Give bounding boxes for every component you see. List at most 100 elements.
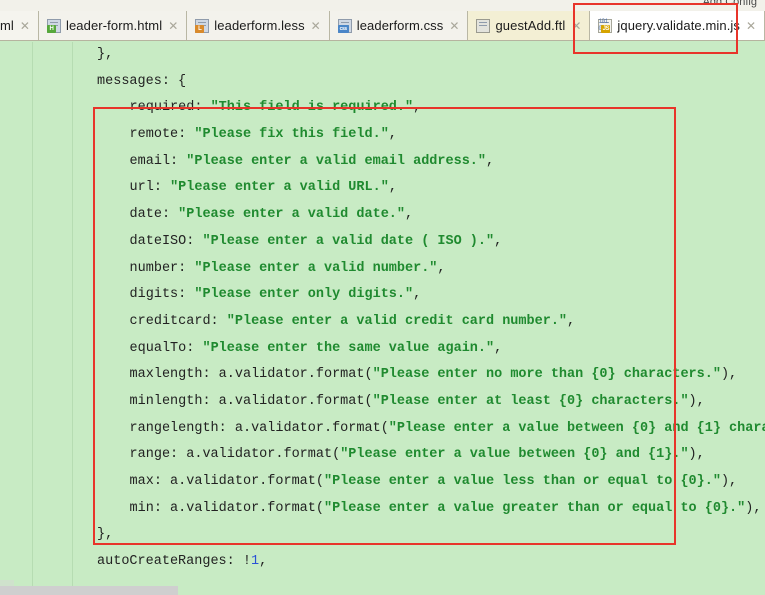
code-line[interactable]: range: a.validator.format("Please enter … — [0, 442, 765, 469]
code-token: rangelength: a.validator.format( — [129, 420, 389, 436]
code-token: "This field is required." — [210, 100, 414, 116]
code-token: "Please enter only digits." — [194, 287, 414, 303]
editor-tab-jquery-validate-min-js[interactable]: 101 0 JS jquery.validate.min.js ✕ — [590, 11, 765, 40]
code-token: "Please enter a valid URL." — [170, 180, 389, 196]
close-icon[interactable]: ✕ — [570, 20, 582, 32]
editor-tab-label: jquery.validate.min.js — [617, 18, 740, 33]
code-token: , — [486, 153, 495, 169]
code-token: , — [405, 207, 414, 223]
code-token: , — [437, 260, 446, 276]
code-token: "Please enter the same value again." — [202, 340, 495, 356]
code-token: max: a.validator.format( — [129, 474, 324, 489]
code-token: range: a.validator.format( — [129, 447, 341, 463]
editor-tab-guestadd-ftl[interactable]: guestAdd.ftl ✕ — [468, 11, 591, 40]
code-token: ), — [720, 367, 738, 383]
code-token: "Please fix this field." — [194, 127, 389, 143]
code-token: required: — [129, 100, 211, 116]
code-line[interactable]: autoCreateRanges: !1, — [0, 549, 765, 576]
code-token: messages: { — [97, 73, 187, 89]
code-line[interactable]: email: "Please enter a valid email addre… — [0, 149, 765, 176]
code-line[interactable]: equalTo: "Please enter the same value ag… — [0, 336, 765, 363]
code-line[interactable]: maxlength: a.validator.format("Please en… — [0, 362, 765, 389]
code-line[interactable]: minlength: a.validator.format("Please en… — [0, 389, 765, 416]
code-token: ), — [688, 393, 705, 409]
add-config-label[interactable]: Add Config — [703, 0, 757, 8]
code-line[interactable]: required: "This field is required.", — [0, 95, 765, 122]
code-token: "Please enter a value between {0} and {1… — [340, 447, 689, 463]
ide-window: Add Config ml ✕ Hleader-form.html ✕ Lleaderf… — [0, 0, 765, 595]
horizontal-scrollbar[interactable] — [0, 586, 178, 595]
code-editor[interactable]: a.extend(a.validator.defaults, e) },mess… — [0, 42, 765, 595]
code-token: "Please enter a valid date." — [178, 207, 405, 223]
code-token: "Please enter a valid email address." — [186, 153, 487, 169]
editor-tab-leader-form-html[interactable]: Hleader-form.html ✕ — [38, 11, 188, 40]
code-token: , — [413, 287, 422, 303]
code-token: , — [413, 100, 422, 116]
code-token: ! — [242, 554, 251, 570]
code-token: , — [259, 554, 268, 570]
code-token: email: — [129, 153, 187, 169]
editor-tab-label: ml — [0, 18, 14, 33]
editor-tab-bar[interactable]: ml ✕ Hleader-form.html ✕ Lleaderform.less ✕ cs… — [0, 11, 765, 41]
code-line[interactable]: digits: "Please enter only digits.", — [0, 282, 765, 309]
editor-tab-ml[interactable]: ml ✕ — [0, 11, 39, 40]
code-token: "Please enter a value between {0} and {1… — [388, 420, 765, 436]
code-token: }, — [97, 47, 114, 62]
code-line[interactable]: creditcard: "Please enter a valid credit… — [0, 309, 765, 336]
close-icon[interactable]: ✕ — [167, 20, 179, 32]
code-token: maxlength: a.validator.format( — [129, 367, 373, 383]
code-token: min: a.validator.format( — [129, 500, 324, 516]
code-line[interactable]: }, — [0, 42, 765, 69]
window-top-strip: Add Config — [0, 0, 765, 11]
code-line[interactable]: dateISO: "Please enter a valid date ( IS… — [0, 229, 765, 256]
editor-tab-label: leaderform.less — [214, 18, 305, 33]
code-token: minlength: a.validator.format( — [129, 393, 373, 409]
code-token: remote: — [129, 127, 195, 143]
code-token: "Please enter a value greater than or eq… — [323, 500, 746, 516]
code-token: url: — [129, 180, 171, 196]
editor-tab-label: guestAdd.ftl — [495, 18, 566, 33]
close-icon[interactable]: ✕ — [745, 20, 757, 32]
close-icon[interactable]: ✕ — [448, 20, 460, 32]
code-line[interactable]: remote: "Please fix this field.", — [0, 122, 765, 149]
code-line[interactable]: messages: { — [0, 69, 765, 96]
less-file-icon: L — [195, 18, 210, 33]
code-token: "Please enter a value less than or equal… — [323, 474, 721, 489]
editor-tab-leaderform-less[interactable]: Lleaderform.less ✕ — [187, 11, 330, 40]
code-token: "Please enter a valid date ( ISO )." — [202, 233, 495, 249]
code-line[interactable]: }, — [0, 522, 765, 549]
code-token: creditcard: — [129, 313, 227, 329]
css-file-icon: css — [337, 18, 352, 33]
code-token: , — [494, 340, 503, 356]
editor-tab-leaderform-css[interactable]: css leaderform.css ✕ — [329, 11, 469, 40]
code-line[interactable]: max: a.validator.format("Please enter a … — [0, 469, 765, 496]
code-token: equalTo: — [129, 340, 203, 356]
code-line[interactable]: rangelength: a.validator.format("Please … — [0, 416, 765, 443]
code-line[interactable]: url: "Please enter a valid URL.", — [0, 175, 765, 202]
code-token: digits: — [129, 287, 195, 303]
js-file-icon: 101 0 JS — [598, 18, 613, 33]
code-token: , — [567, 313, 576, 329]
code-content[interactable]: }, messages: { required: "This field is re… — [0, 42, 765, 576]
code-token: autoCreateRanges: — [97, 554, 243, 570]
code-token: "Please enter no more than {0} character… — [372, 367, 721, 383]
code-token: ), — [720, 474, 738, 489]
editor-tab-label: leaderform.css — [356, 18, 444, 33]
close-icon[interactable]: ✕ — [19, 20, 31, 32]
code-line[interactable]: min: a.validator.format("Please enter a … — [0, 496, 765, 523]
code-line[interactable]: number: "Please enter a valid number.", — [0, 256, 765, 283]
code-token: }, — [97, 527, 114, 543]
code-token: number: — [129, 260, 195, 276]
code-token: date: — [129, 207, 179, 223]
code-token: "Please enter at least {0} characters." — [372, 393, 689, 409]
code-token: ), — [745, 500, 762, 516]
code-line[interactable]: date: "Please enter a valid date.", — [0, 202, 765, 229]
code-token: "Please enter a valid credit card number… — [226, 313, 568, 329]
code-token: 1 — [250, 554, 260, 570]
close-icon[interactable]: ✕ — [310, 20, 322, 32]
editor-tab-label: leader-form.html — [65, 18, 163, 33]
code-token: ), — [688, 447, 705, 463]
code-token: , — [494, 233, 503, 249]
code-token: , — [388, 127, 397, 143]
ftl-file-icon — [476, 18, 491, 33]
